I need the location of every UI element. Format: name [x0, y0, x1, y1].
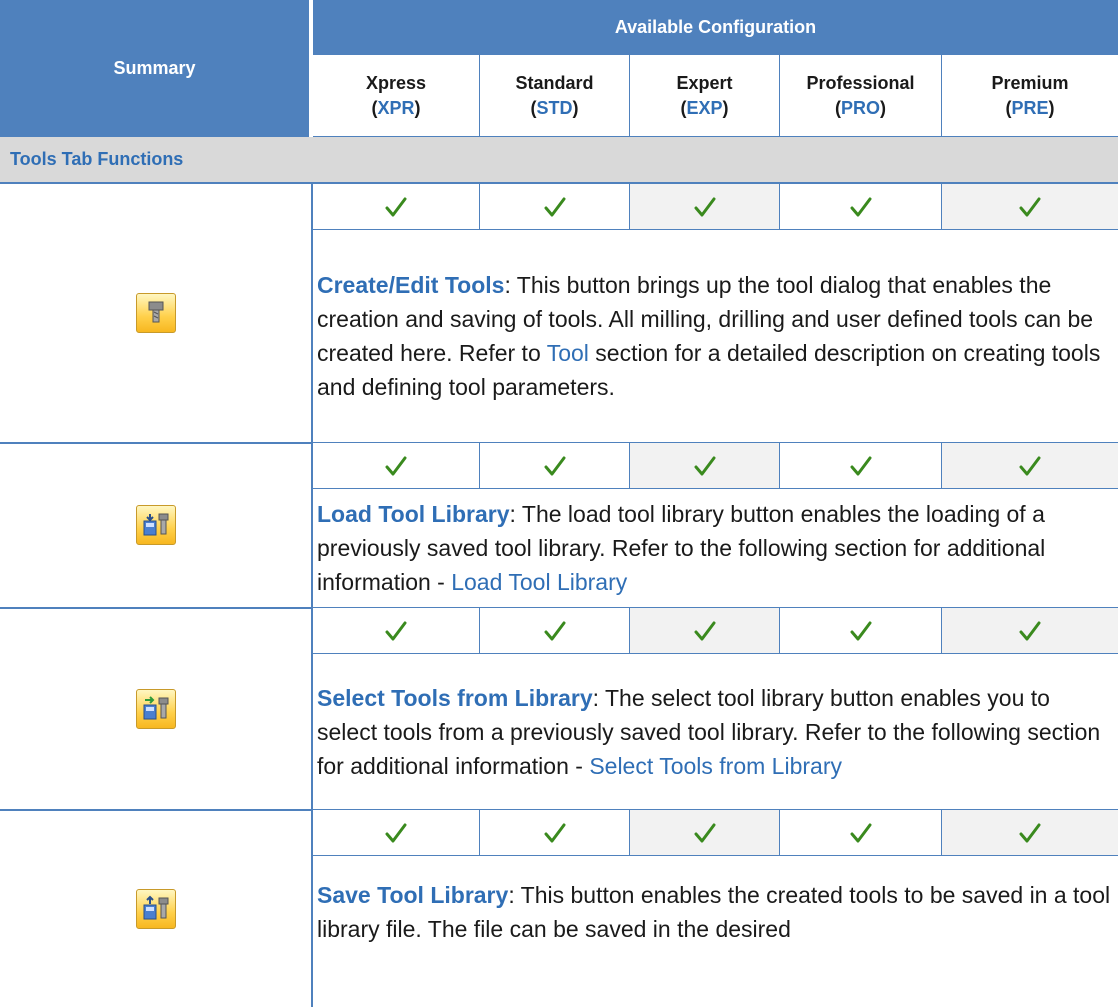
select-tools-from-library-icon[interactable] [135, 688, 176, 729]
check-cell-premium [942, 608, 1118, 654]
summary-header-label: Summary [113, 58, 196, 78]
check-cell-xpress [313, 810, 480, 856]
checkmark-icon [850, 197, 871, 216]
checkmark-icon [385, 197, 407, 216]
row-description: Create/Edit Tools: This button brings up… [313, 230, 1118, 443]
row-link[interactable]: Load Tool Library [451, 569, 627, 595]
column-name: Xpress [365, 72, 427, 93]
checkmark-icon [850, 621, 871, 640]
column-divider [311, 184, 313, 1007]
checkmark-icon [694, 456, 715, 475]
column-code-wrap: (XPR) [371, 97, 421, 118]
row-title: Select Tools from Library [317, 684, 593, 711]
column-header-professional: Professional (PRO) [780, 55, 942, 137]
check-cell-standard [480, 810, 630, 856]
column-code-wrap: (PRO) [834, 97, 886, 118]
column-header-expert: Expert (EXP) [630, 55, 780, 137]
configuration-table: Summary Available Configuration Xpress (… [0, 0, 1118, 1007]
column-header-premium: Premium (PRE) [942, 55, 1118, 137]
check-cell-professional [780, 184, 942, 230]
column-header-xpress: Xpress (XPR) [313, 55, 480, 137]
check-cell-standard [480, 184, 630, 230]
checkmark-icon [694, 823, 715, 842]
row-link[interactable]: Select Tools from Library [589, 753, 842, 779]
check-cell-professional [780, 810, 942, 856]
checkmark-icon [1019, 823, 1041, 842]
summary-header: Summary [0, 0, 311, 137]
row-description-text: Create/Edit Tools: This button brings up… [317, 268, 1112, 404]
check-cell-expert [630, 608, 780, 654]
save-tool-library-icon[interactable] [135, 888, 176, 929]
check-cell-professional [780, 608, 942, 654]
row-description: Save Tool Library: This button enables t… [313, 856, 1118, 1007]
row-icon-cell [0, 184, 311, 443]
row-description-text: Load Tool Library: The load tool library… [317, 497, 1112, 599]
section-header: Tools Tab Functions [0, 137, 1118, 184]
column-name: Standard [515, 72, 594, 93]
checkmark-icon [1019, 197, 1041, 216]
available-configuration-label: Available Configuration [614, 17, 817, 37]
row-title: Load Tool Library [317, 501, 510, 527]
column-header-standard: Standard (STD) [480, 55, 630, 137]
column-code-wrap: (PRE) [1005, 97, 1055, 118]
check-cell-expert [630, 184, 780, 230]
column-code-wrap: (STD) [530, 97, 579, 118]
checkmark-icon [544, 621, 565, 640]
available-configuration-header: Available Configuration [313, 0, 1118, 55]
checkmark-icon [1019, 456, 1041, 475]
check-cell-premium [942, 810, 1118, 856]
column-name: Premium [991, 72, 1069, 93]
check-cell-premium [942, 443, 1118, 489]
row-icon-cell [0, 443, 311, 608]
row-description: Select Tools from Library: The select to… [313, 654, 1118, 810]
column-code: PRO [840, 97, 880, 118]
column-code: PRE [1011, 97, 1049, 118]
row-description-text: Save Tool Library: This button enables t… [317, 878, 1112, 946]
row-icon-cell [0, 608, 311, 810]
check-cell-xpress [313, 443, 480, 489]
column-code-wrap: (EXP) [680, 97, 729, 118]
column-code: EXP [686, 97, 723, 118]
row-divider [0, 809, 311, 811]
checkmark-icon [694, 197, 715, 216]
checkmark-icon [850, 823, 871, 842]
row-title: Save Tool Library [317, 882, 509, 908]
column-name: Expert [676, 72, 733, 93]
row-divider [0, 607, 311, 609]
checkmark-icon [544, 197, 565, 216]
check-cell-standard [480, 443, 630, 489]
section-title: Tools Tab Functions [10, 149, 184, 169]
create-edit-tools-icon[interactable] [135, 293, 176, 333]
row-title: Create/Edit Tools [317, 272, 505, 298]
row-link[interactable]: Tool [547, 340, 589, 366]
checkmark-icon [850, 456, 871, 475]
load-tool-library-icon[interactable] [135, 505, 176, 545]
row-divider [0, 442, 311, 444]
check-cell-premium [942, 184, 1118, 230]
check-cell-professional [780, 443, 942, 489]
checkmark-icon [385, 823, 407, 842]
column-name: Professional [806, 72, 915, 93]
row-icon-cell [0, 810, 311, 1007]
check-cell-expert [630, 443, 780, 489]
check-cell-xpress [313, 184, 480, 230]
checkmark-icon [694, 621, 715, 640]
row-description: Load Tool Library: The load tool library… [313, 489, 1118, 608]
check-cell-standard [480, 608, 630, 654]
checkmark-icon [544, 823, 565, 842]
column-code: STD [536, 97, 573, 118]
checkmark-icon [544, 456, 565, 475]
check-cell-xpress [313, 608, 480, 654]
row-description-text: Select Tools from Library: The select to… [317, 681, 1112, 783]
checkmark-icon [385, 621, 407, 640]
checkmark-icon [385, 456, 407, 475]
checkmark-icon [1019, 621, 1041, 640]
check-cell-expert [630, 810, 780, 856]
column-code: XPR [377, 97, 415, 118]
